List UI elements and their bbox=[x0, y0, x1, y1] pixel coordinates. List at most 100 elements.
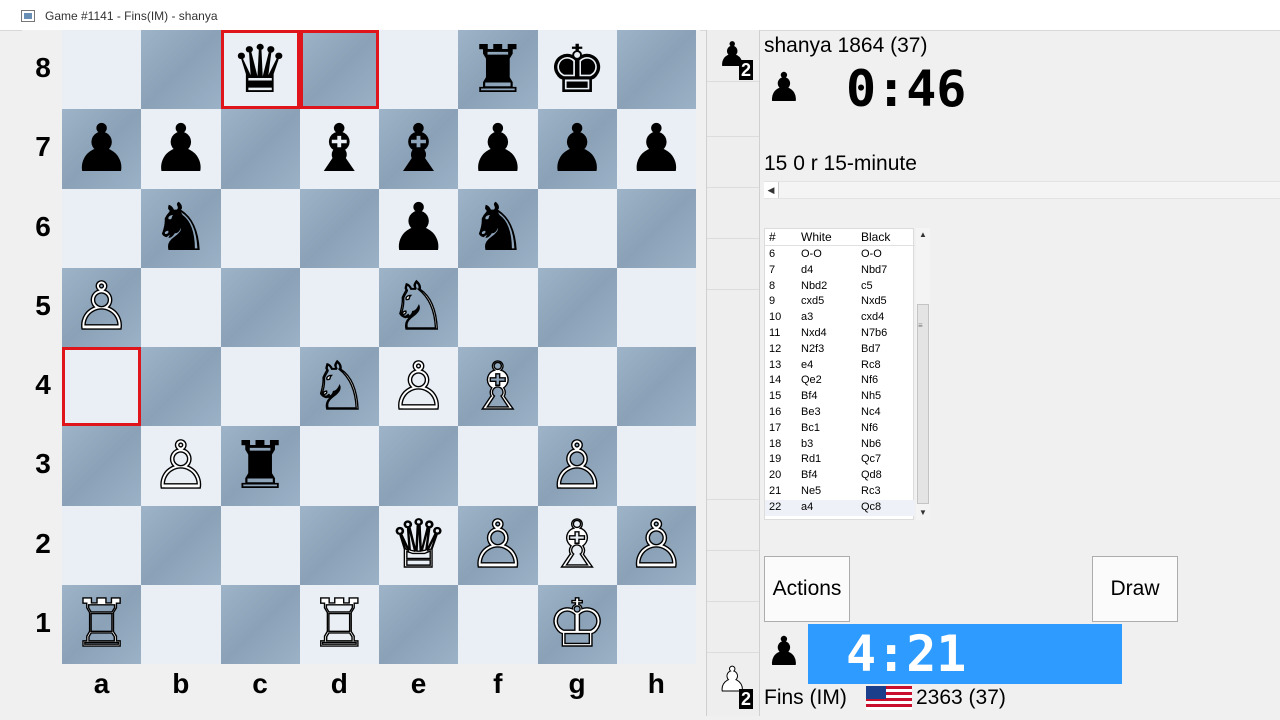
black-king-icon[interactable]: ♚ bbox=[538, 30, 617, 109]
white-pawn-icon[interactable]: ♙ bbox=[617, 506, 696, 585]
move-row[interactable]: 19 Rd1 Qc7 bbox=[765, 452, 915, 468]
square-g6[interactable] bbox=[537, 188, 617, 268]
black-rook-icon[interactable]: ♜ bbox=[458, 30, 537, 109]
square-h1[interactable] bbox=[616, 584, 696, 664]
square-c2[interactable] bbox=[220, 505, 300, 585]
square-h8[interactable] bbox=[616, 30, 696, 110]
square-e3[interactable] bbox=[379, 426, 459, 506]
square-d3[interactable] bbox=[299, 426, 379, 506]
black-bishop-icon[interactable]: ♝ bbox=[379, 109, 458, 188]
move-row[interactable]: 21 Ne5 Rc3 bbox=[765, 484, 915, 500]
square-e5[interactable]: ♘ bbox=[379, 267, 459, 347]
white-knight-icon[interactable]: ♘ bbox=[300, 347, 379, 426]
vertical-scrollbar[interactable]: ▲ ≡ ▼ bbox=[916, 228, 930, 520]
draw-button[interactable]: Draw bbox=[1092, 556, 1178, 622]
square-b3[interactable]: ♙ bbox=[141, 426, 221, 506]
square-b1[interactable] bbox=[141, 584, 221, 664]
white-bishop-icon[interactable]: ♗ bbox=[538, 506, 617, 585]
square-f2[interactable]: ♙ bbox=[458, 505, 538, 585]
move-list-table[interactable]: # White Black 6 O-O O-O 7 d4 Nbd7 8 Nbd2 c5 9 cxd5… bbox=[764, 228, 915, 520]
move-row[interactable]: 22 a4 Qc8 bbox=[765, 499, 915, 516]
black-pawn-icon[interactable]: ♟ bbox=[141, 109, 220, 188]
square-b7[interactable]: ♟ bbox=[141, 109, 221, 189]
move-row[interactable]: 7 d4 Nbd7 bbox=[765, 263, 915, 279]
square-h2[interactable]: ♙ bbox=[616, 505, 696, 585]
square-e8[interactable] bbox=[379, 30, 459, 110]
square-f6[interactable]: ♞ bbox=[458, 188, 538, 268]
move-row[interactable]: 18 b3 Nb6 bbox=[765, 437, 915, 453]
move-row[interactable]: 6 O-O O-O bbox=[765, 247, 915, 263]
square-e2[interactable]: ♕ bbox=[379, 505, 459, 585]
black-pawn-icon[interactable]: ♟ bbox=[538, 109, 617, 188]
square-f7[interactable]: ♟ bbox=[458, 109, 538, 189]
square-a5[interactable]: ♙ bbox=[62, 267, 142, 347]
square-h6[interactable] bbox=[616, 188, 696, 268]
scrollbar-thumb[interactable] bbox=[917, 304, 929, 504]
square-b2[interactable] bbox=[141, 505, 221, 585]
square-d7[interactable]: ♝ bbox=[299, 109, 379, 189]
white-rook-icon[interactable]: ♖ bbox=[300, 585, 379, 664]
square-b5[interactable] bbox=[141, 267, 221, 347]
square-a4[interactable] bbox=[62, 347, 142, 427]
square-a2[interactable] bbox=[62, 505, 142, 585]
move-row[interactable]: 14 Qe2 Nf6 bbox=[765, 373, 915, 389]
black-rook-icon[interactable]: ♜ bbox=[221, 426, 300, 505]
square-d1[interactable]: ♖ bbox=[299, 584, 379, 664]
move-row[interactable]: 11 Nxd4 N7b6 bbox=[765, 326, 915, 342]
square-g7[interactable]: ♟ bbox=[537, 109, 617, 189]
square-h5[interactable] bbox=[616, 267, 696, 347]
move-row[interactable]: 20 Bf4 Qd8 bbox=[765, 468, 915, 484]
square-c5[interactable] bbox=[220, 267, 300, 347]
square-d6[interactable] bbox=[299, 188, 379, 268]
move-row[interactable]: 10 a3 cxd4 bbox=[765, 310, 915, 326]
square-d2[interactable] bbox=[299, 505, 379, 585]
square-e7[interactable]: ♝ bbox=[379, 109, 459, 189]
square-c8[interactable]: ♛ bbox=[220, 30, 300, 110]
white-pawn-icon[interactable]: ♙ bbox=[379, 347, 458, 426]
square-b8[interactable] bbox=[141, 30, 221, 110]
black-pawn-icon[interactable]: ♟ bbox=[458, 109, 537, 188]
actions-button[interactable]: Actions bbox=[764, 556, 850, 622]
black-queen-icon[interactable]: ♛ bbox=[221, 30, 300, 109]
black-pawn-icon[interactable]: ♟ bbox=[379, 189, 458, 268]
square-d5[interactable] bbox=[299, 267, 379, 347]
square-a1[interactable]: ♖ bbox=[62, 584, 142, 664]
chess-board[interactable]: ♛ ♜ ♚ ♟ ♟ ♝ ♝ ♟ ♟ ♟ ♞ ♟ ♞ ♙ ♘ ♘ ♙ ♗ ♙ ♜ ♙ ♕ ♙ ♗ ♙ ♖ ♖ ♔ bbox=[62, 30, 696, 664]
square-d4[interactable]: ♘ bbox=[299, 347, 379, 427]
move-row[interactable]: 13 e4 Rc8 bbox=[765, 358, 915, 374]
square-f5[interactable] bbox=[458, 267, 538, 347]
white-pawn-icon[interactable]: ♙ bbox=[458, 506, 537, 585]
square-f1[interactable] bbox=[458, 584, 538, 664]
move-row[interactable]: 8 Nbd2 c5 bbox=[765, 279, 915, 295]
black-knight-icon[interactable]: ♞ bbox=[141, 189, 220, 268]
square-c6[interactable] bbox=[220, 188, 300, 268]
move-row[interactable]: 17 Bc1 Nf6 bbox=[765, 421, 915, 437]
move-row[interactable]: 16 Be3 Nc4 bbox=[765, 405, 915, 421]
black-knight-icon[interactable]: ♞ bbox=[458, 189, 537, 268]
square-a3[interactable] bbox=[62, 426, 142, 506]
horizontal-scrollbar[interactable]: ◀ bbox=[764, 181, 1280, 199]
square-c7[interactable] bbox=[220, 109, 300, 189]
black-pawn-icon[interactable]: ♟ bbox=[62, 109, 141, 188]
move-row[interactable]: 12 N2f3 Bd7 bbox=[765, 342, 915, 358]
square-e1[interactable] bbox=[379, 584, 459, 664]
square-c4[interactable] bbox=[220, 347, 300, 427]
square-a7[interactable]: ♟ bbox=[62, 109, 142, 189]
square-d8[interactable] bbox=[299, 30, 379, 110]
column-header-white[interactable]: White bbox=[801, 230, 832, 244]
square-c3[interactable]: ♜ bbox=[220, 426, 300, 506]
black-pawn-icon[interactable]: ♟ bbox=[617, 109, 696, 188]
square-b6[interactable]: ♞ bbox=[141, 188, 221, 268]
square-a6[interactable] bbox=[62, 188, 142, 268]
white-pawn-icon[interactable]: ♙ bbox=[141, 426, 220, 505]
square-g1[interactable]: ♔ bbox=[537, 584, 617, 664]
square-h7[interactable]: ♟ bbox=[616, 109, 696, 189]
square-g3[interactable]: ♙ bbox=[537, 426, 617, 506]
square-g2[interactable]: ♗ bbox=[537, 505, 617, 585]
move-row[interactable]: 9 cxd5 Nxd5 bbox=[765, 294, 915, 310]
square-e6[interactable]: ♟ bbox=[379, 188, 459, 268]
white-knight-icon[interactable]: ♘ bbox=[379, 268, 458, 347]
white-bishop-icon[interactable]: ♗ bbox=[458, 347, 537, 426]
square-e4[interactable]: ♙ bbox=[379, 347, 459, 427]
square-g4[interactable] bbox=[537, 347, 617, 427]
